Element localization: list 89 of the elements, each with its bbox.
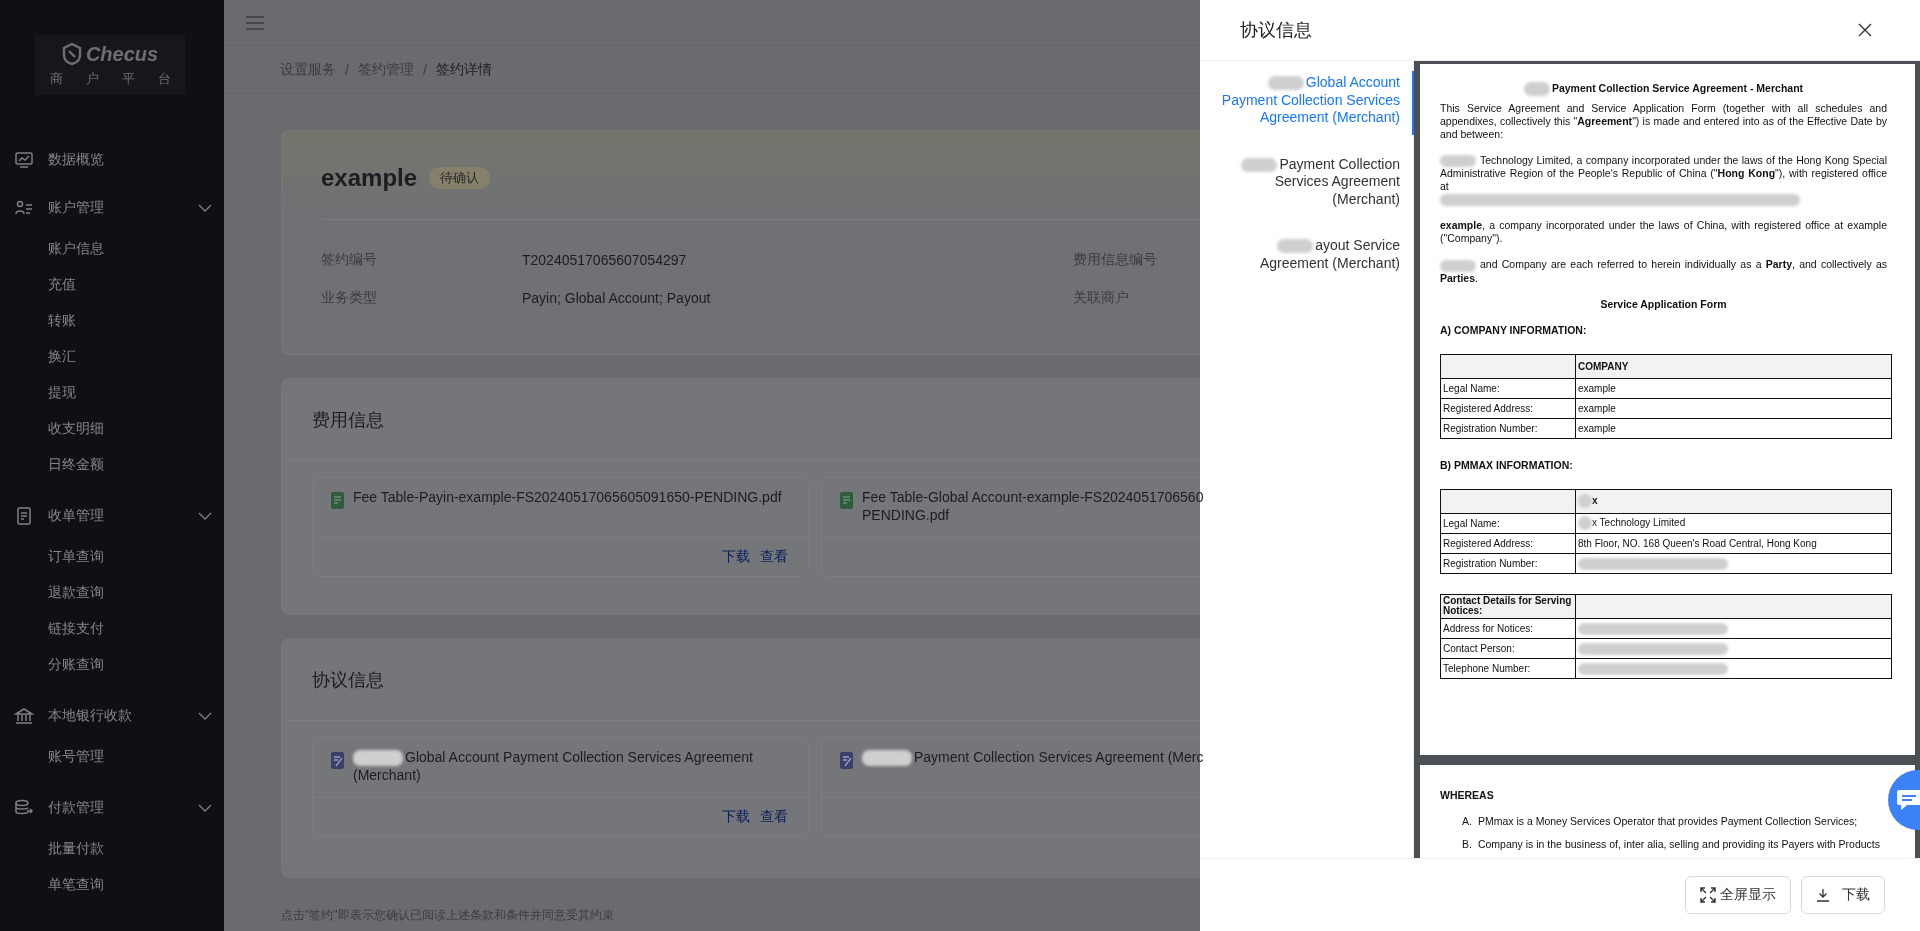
chevron-icon [198, 804, 212, 812]
list-text: PMmax is a Money Services Operator that provides Payment Collection Services; [1477, 815, 1858, 828]
menu-item[interactable]: 收支明细 [0, 410, 224, 446]
signed-document-icon [840, 752, 854, 770]
table-cell: Legal Name: [1443, 517, 1500, 529]
menu-group[interactable]: 账户管理 [0, 186, 224, 230]
file-name[interactable]: Fee Table-Payin-example-FS20240517065605091650-PENDING.pdf [353, 488, 782, 506]
table-cell: Registration Number: [1443, 557, 1538, 569]
table-cell: Legal Name: [1443, 382, 1500, 394]
menu-item[interactable]: 批量付款 [0, 830, 224, 866]
chevron-icon [198, 204, 212, 212]
expand-icon [1700, 887, 1716, 903]
spreadsheet-icon [331, 492, 345, 510]
logo-text: Checus [85, 42, 159, 66]
section-heading: WHEREAS [1440, 789, 1495, 802]
agreement-tab[interactable]: ayout Service Agreement (Merchant) [1200, 234, 1414, 280]
file-link[interactable]: 查看 [760, 808, 788, 826]
signed-document-icon [331, 752, 345, 770]
table-cell: x Technology Limited [1578, 516, 1686, 528]
table-header: Contact Details for Serving Notices: [1443, 596, 1573, 617]
table-cell: Address for Notices: [1443, 622, 1534, 634]
menu-item[interactable]: 订单查询 [0, 538, 224, 574]
logo-icon [61, 43, 82, 65]
status-badge: 待确认 [429, 167, 491, 189]
table-cell: example [1578, 402, 1616, 414]
menu-item[interactable]: 充值 [0, 266, 224, 302]
menu-item[interactable]: 账号管理 [0, 738, 224, 774]
table-cell: example [1578, 382, 1616, 394]
document-title: Payment Collection Service Agreement - Merchant [1523, 82, 1804, 97]
menu-item[interactable]: 分账查询 [0, 646, 224, 682]
menu-item[interactable]: 退款查询 [0, 574, 224, 610]
document-paragraph: Technology Limited, a company incorporated under the laws of the Hong Kong Special Administrative Region of the People's Republic of China ("Hong Kong"), with registered office at [1440, 154, 1887, 207]
menu-item[interactable]: 数据概览 [0, 138, 224, 182]
chat-icon [1896, 788, 1920, 812]
file-link[interactable]: 下载 [722, 808, 750, 826]
table-header: COMPANY [1578, 360, 1629, 372]
file-link[interactable]: 查看 [760, 548, 788, 566]
dashboard-icon [14, 150, 34, 170]
table-cell: Registration Number: [1443, 422, 1538, 434]
menu-group[interactable]: 收单管理 [0, 494, 224, 538]
document-paragraph: and Company are each referred to herein individually as a Party, and collectively as Parties. [1440, 258, 1887, 285]
chevron-icon [198, 712, 212, 720]
menu-group[interactable]: 付款管理 [0, 786, 224, 830]
logo-subtitle: 商户平台 [49, 69, 194, 88]
chevron-icon [198, 512, 212, 520]
list-text: Company is in the business of, inter alia, selling and providing its Payers with Products [1477, 838, 1881, 851]
menu-item[interactable]: 换汇 [0, 338, 224, 374]
agreement-tab[interactable]: Payment Collection Services Agreement (Merchant) [1200, 152, 1414, 216]
list-marker: A. [1462, 815, 1472, 828]
menu-item[interactable]: 转账 [0, 302, 224, 338]
file-name[interactable]: Global Account Payment Collection Services Agreement [353, 748, 753, 767]
menu-item[interactable]: 日终金额 [0, 446, 224, 482]
table-cell: 8th Floor, NO. 168 Queen's Road Central, Hong Kong [1578, 537, 1817, 549]
contract-title: example [321, 164, 418, 192]
breadcrumb-separator: / [345, 61, 349, 78]
table-cell: Telephone Number: [1443, 662, 1531, 674]
download-icon [1816, 888, 1830, 902]
field-value: T20240517065607054297 [522, 252, 688, 268]
table-cell: Registered Address: [1443, 537, 1534, 549]
menu-item[interactable]: 提现 [0, 374, 224, 410]
section-heading: A) COMPANY INFORMATION: [1440, 323, 1588, 337]
document-icon [14, 506, 34, 526]
document-paragraph: This Service Agreement and Service Application Form (together with all schedules and appendixes, collectively this "Agreement") is made and entered into as of the Effective Date by and between: [1440, 102, 1887, 142]
file-link[interactable]: 下载 [722, 548, 750, 566]
section-heading: B) PMMAX INFORMATION: [1440, 458, 1574, 472]
breadcrumb-item: 签约详情 [435, 60, 492, 79]
fullscreen-button[interactable]: 全屏显示 [1685, 876, 1791, 914]
download-button[interactable]: 下载 [1801, 876, 1885, 914]
list-marker: B. [1462, 838, 1472, 851]
table-cell: example [1578, 422, 1616, 434]
menu-item[interactable]: 链接支付 [0, 610, 224, 646]
document-paragraph: example, a company incorporated under the laws of China, with registered office at example ("Company"). [1440, 219, 1887, 246]
table-cell: Contact Person: [1443, 642, 1515, 654]
menu-group[interactable]: 本地银行收款 [0, 694, 224, 738]
file-name[interactable]: PENDING.pdf [862, 506, 950, 524]
bank-icon [14, 706, 34, 726]
spreadsheet-icon [840, 492, 854, 510]
menu-item[interactable]: 单笔查询 [0, 866, 224, 902]
file-name[interactable]: (Merchant) [353, 766, 421, 785]
drawer-title: 协议信息 [1240, 19, 1312, 42]
form-title: Service Application Form [1599, 297, 1728, 311]
section-title: 协议信息 [312, 668, 384, 692]
menu-item[interactable]: 账户信息 [0, 230, 224, 266]
close-icon[interactable] [1857, 22, 1873, 38]
table-header: x [1578, 494, 1598, 506]
table-cell: Registered Address: [1443, 402, 1534, 414]
section-title: 费用信息 [312, 408, 384, 432]
field-value: Payin; Global Account; Payout [522, 290, 712, 306]
breadcrumb-separator: / [422, 61, 427, 78]
